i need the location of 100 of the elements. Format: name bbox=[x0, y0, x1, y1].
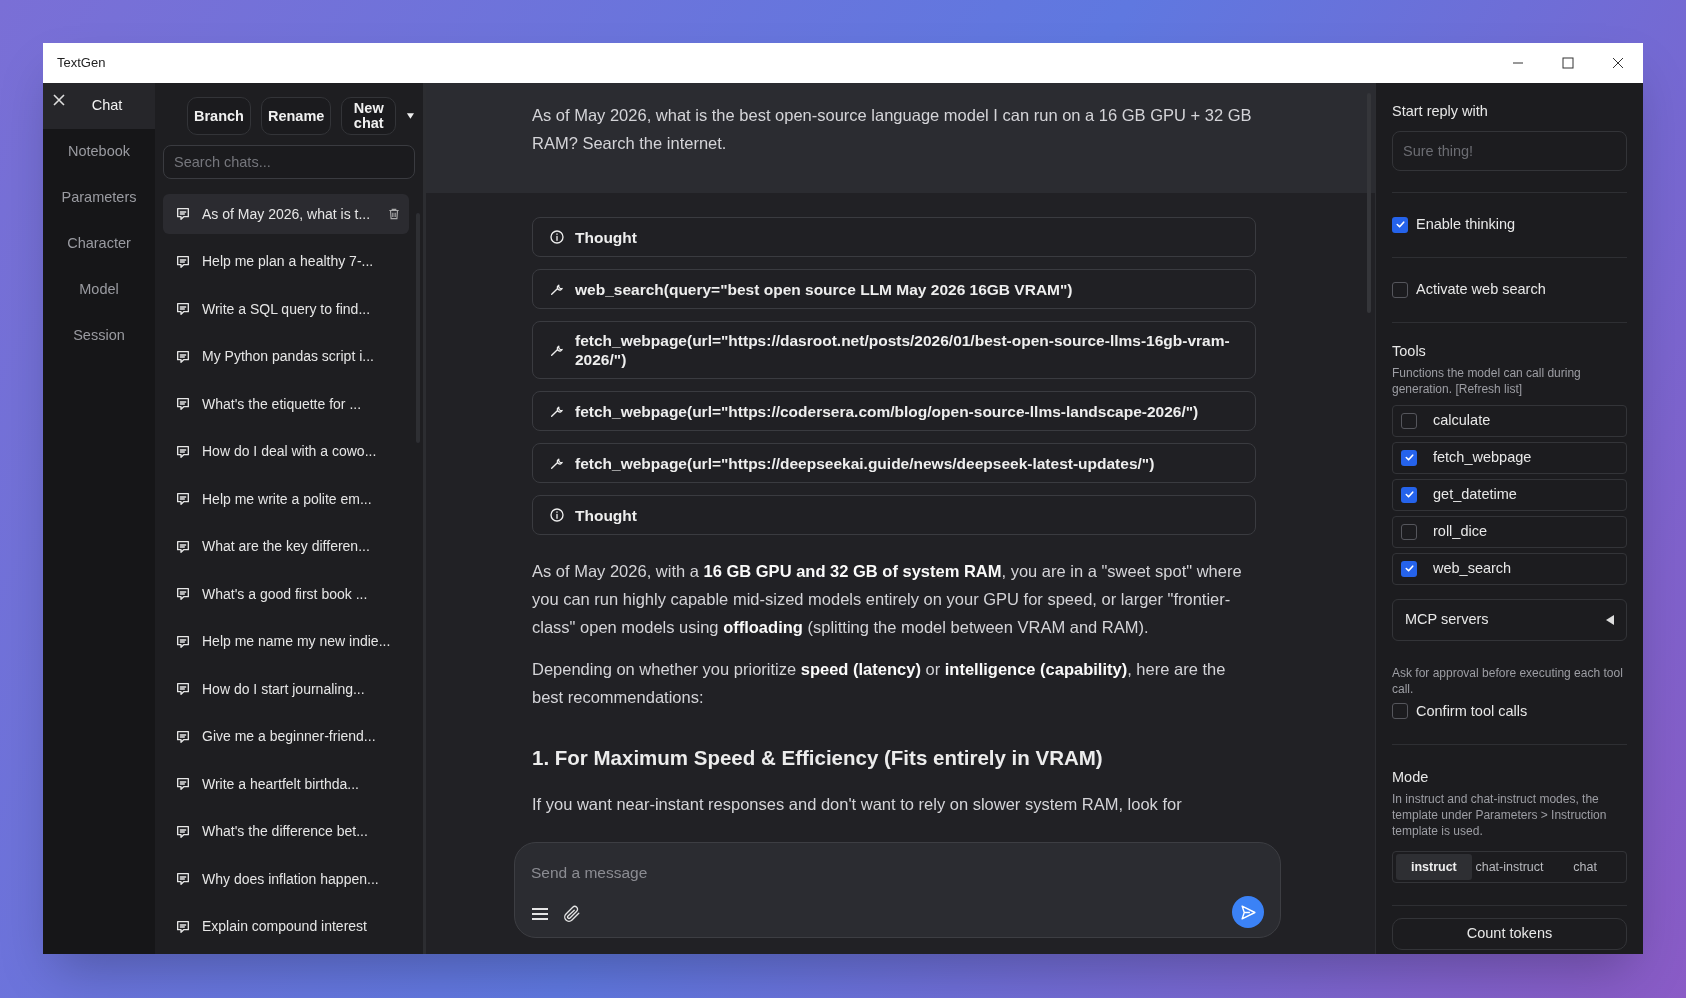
chat-bubble-icon bbox=[175, 823, 191, 840]
chat-title: Help me write a polite em... bbox=[202, 489, 372, 509]
chat-list-item[interactable]: As of May 2026, what is t... bbox=[163, 194, 409, 234]
start-reply-field[interactable]: Sure thing! bbox=[1392, 130, 1627, 171]
chat-bubble-icon bbox=[175, 728, 191, 745]
tool-call-card[interactable]: fetch_webpage(url="https://deepseekai.guide/news/deepseek-latest-updates/") bbox=[532, 443, 1256, 483]
chat-list-item[interactable]: Why does inflation happen... bbox=[163, 859, 409, 899]
nav-tab[interactable]: Chat bbox=[43, 83, 155, 129]
chat-list-item[interactable]: What's the difference bet... bbox=[163, 811, 409, 852]
chat-bubble-icon bbox=[175, 443, 191, 460]
section-description: Functions the model can call during generation. [Refresh list] bbox=[1392, 364, 1582, 397]
mode-option[interactable]: chat bbox=[1547, 854, 1623, 880]
chat-list-item[interactable]: Help me plan a healthy 7-... bbox=[163, 241, 409, 282]
tool-call-card[interactable]: Thought bbox=[532, 495, 1256, 535]
chat-title: How do I start journaling... bbox=[202, 679, 365, 699]
chat-list-item[interactable]: What's a good first book ... bbox=[163, 574, 409, 614]
check-icon bbox=[1403, 452, 1415, 463]
chat-list-item[interactable]: How do I deal with a cowo... bbox=[163, 431, 409, 472]
chat-title: Write a SQL query to find... bbox=[202, 299, 371, 319]
chat-bubble-icon bbox=[175, 301, 191, 317]
tool-call-card[interactable]: fetch_webpage(url="https://codersera.com/blog/open-source-llms-landscape-2026/") bbox=[532, 391, 1256, 431]
tool-option[interactable]: get_datetime bbox=[1392, 478, 1627, 511]
checkbox[interactable] bbox=[1401, 412, 1417, 429]
checkbox[interactable] bbox=[1392, 216, 1408, 233]
chat-bubble-icon bbox=[175, 396, 191, 412]
checkbox[interactable] bbox=[1401, 560, 1417, 577]
chat-bubble-icon bbox=[175, 538, 191, 555]
tool-call-card[interactable]: web_search(query="best open source LLM May 2026 16GB VRAM") bbox=[532, 269, 1256, 309]
tool-option[interactable]: fetch_webpage bbox=[1392, 441, 1627, 474]
tool-option[interactable]: roll_dice bbox=[1392, 515, 1627, 548]
chat-list-item[interactable]: Give me a beginner-friend... bbox=[163, 716, 409, 757]
chat-title: My Python pandas script i... bbox=[202, 347, 374, 366]
response-paragraph: Depending on whether you prioritize speed (latency) or intelligence (capability), here are the best recommendations: bbox=[532, 659, 1227, 708]
count-tokens-button[interactable]: Count tokens bbox=[1392, 918, 1627, 950]
chat-bubble-icon bbox=[175, 918, 191, 935]
maximize-icon bbox=[1562, 57, 1574, 69]
checkbox[interactable] bbox=[1392, 703, 1408, 720]
chat-title: Write a heartfelt birthda... bbox=[202, 774, 359, 794]
mode-option[interactable]: instruct bbox=[1396, 854, 1472, 880]
tool-call-card[interactable]: Thought bbox=[532, 217, 1256, 257]
tool-call-card[interactable]: fetch_webpage(url="https://dasroot.net/posts/2026/01/best-open-source-llms-16gb-vram-2026/") bbox=[532, 321, 1256, 379]
close-icon[interactable] bbox=[52, 93, 66, 107]
chat-list-item[interactable]: My Python pandas script i... bbox=[163, 336, 409, 377]
response-paragraph: If you want near-instant responses and don't want to rely on slower system RAM, look for bbox=[532, 793, 1183, 815]
send-button[interactable] bbox=[1232, 896, 1264, 929]
menu-icon[interactable] bbox=[531, 906, 549, 923]
nav-tab[interactable]: Character bbox=[43, 221, 155, 267]
toolbar-button[interactable]: Branch bbox=[187, 97, 251, 136]
search-field[interactable]: Search chats... bbox=[163, 145, 415, 179]
info-icon bbox=[549, 507, 565, 523]
chat-title: Help me plan a healthy 7-... bbox=[202, 252, 374, 271]
chat-bubble-icon bbox=[175, 206, 191, 222]
checkbox[interactable] bbox=[1401, 486, 1417, 503]
chat-title: Help me name my new indie... bbox=[202, 632, 391, 651]
paperclip-icon[interactable] bbox=[563, 905, 581, 924]
chat-title: Explain compound interest bbox=[202, 917, 367, 936]
chat-bubble-icon bbox=[175, 681, 191, 697]
chat-list-item[interactable]: How do I start journaling... bbox=[163, 669, 409, 709]
chat-list-item[interactable]: Help me write a polite em... bbox=[163, 479, 409, 519]
chat-title: What's a good first book ... bbox=[202, 584, 368, 604]
chat-list-item[interactable]: Write a heartfelt birthda... bbox=[163, 764, 409, 804]
toolbar-button[interactable]: New chat bbox=[341, 97, 397, 136]
message-text: As of May 2026, what is the best open-source language model I can run on a 16 GB GPU + 32 GB RAM? Search the internet. bbox=[532, 105, 1253, 154]
chat-title: What's the difference bet... bbox=[202, 822, 368, 841]
checkbox[interactable] bbox=[1392, 281, 1408, 298]
nav-tab[interactable]: Notebook bbox=[43, 129, 155, 175]
chat-title: As of May 2026, what is t... bbox=[202, 204, 371, 224]
tool-option[interactable]: calculate bbox=[1392, 404, 1627, 437]
caret-icon[interactable] bbox=[406, 112, 415, 121]
chat-list-item[interactable]: Help me name my new indie... bbox=[163, 621, 409, 662]
nav-tab[interactable]: Model bbox=[43, 267, 155, 313]
chat-bubble-icon bbox=[175, 776, 191, 792]
check-icon bbox=[1403, 489, 1415, 500]
chat-list-item[interactable]: What are the key differen... bbox=[163, 526, 409, 567]
send-icon bbox=[1239, 903, 1257, 921]
checkbox-label: Enable thinking bbox=[1416, 214, 1516, 234]
mode-option[interactable]: chat-instruct bbox=[1471, 854, 1548, 880]
toolbar-button[interactable]: Rename bbox=[260, 97, 332, 136]
message-field[interactable]: Send a message bbox=[531, 861, 1264, 885]
mcp-servers-accordion[interactable]: MCP servers bbox=[1392, 598, 1627, 641]
chat-bubble-icon bbox=[175, 871, 191, 887]
chat-bubble-icon bbox=[175, 491, 191, 507]
chat-bubble-icon bbox=[175, 586, 191, 602]
chat-title: What are the key differen... bbox=[202, 537, 370, 556]
chat-list-item[interactable]: What's the etiquette for ... bbox=[163, 384, 409, 424]
info-icon bbox=[549, 229, 565, 245]
field-label: Start reply with bbox=[1392, 102, 1489, 121]
checkbox[interactable] bbox=[1401, 449, 1417, 466]
nav-tab[interactable]: Parameters bbox=[43, 175, 155, 221]
chat-title: Give me a beginner-friend... bbox=[202, 727, 376, 746]
section-description: In instruct and chat-instruct modes, the template under Parameters > Instruction template is used. bbox=[1392, 791, 1608, 839]
section-title: Tools bbox=[1392, 341, 1427, 361]
tool-option[interactable]: web_search bbox=[1392, 552, 1627, 585]
chat-title: How do I deal with a cowo... bbox=[202, 442, 377, 461]
checkbox[interactable] bbox=[1401, 523, 1417, 540]
chat-list-item[interactable]: Explain compound interest bbox=[163, 906, 409, 947]
trash-icon[interactable] bbox=[387, 207, 401, 221]
chat-list-item[interactable]: Write a SQL query to find... bbox=[163, 289, 409, 329]
window-title: TextGen bbox=[57, 54, 106, 73]
nav-tab[interactable]: Session bbox=[43, 313, 155, 359]
